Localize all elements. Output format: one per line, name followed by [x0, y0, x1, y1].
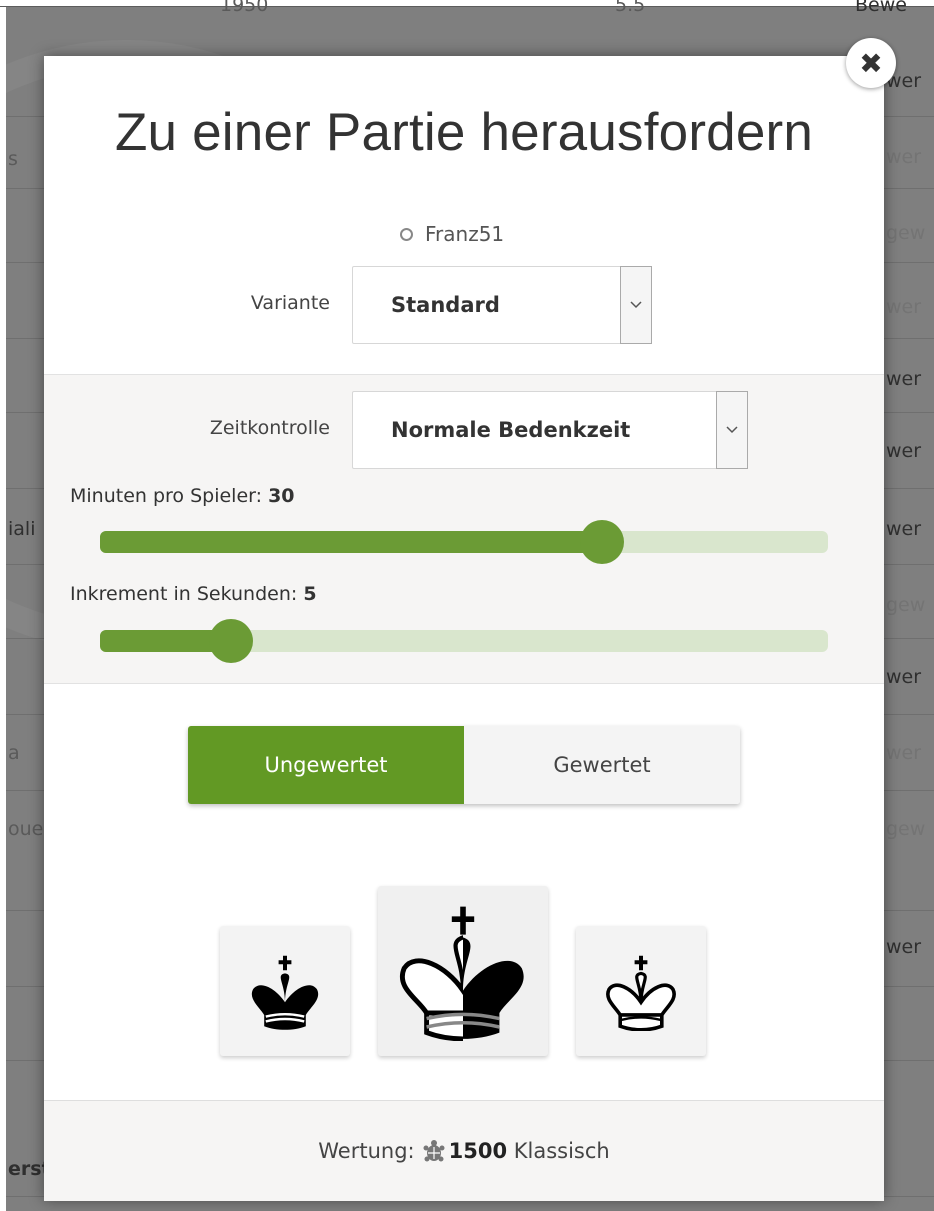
rating-footer: Wertung: 1500 Klassisch	[44, 1100, 884, 1201]
variant-select[interactable]: Standard	[352, 266, 652, 344]
background-text: gew	[886, 222, 926, 244]
play-random-button[interactable]	[378, 886, 548, 1056]
increment-slider-thumb[interactable]	[209, 619, 254, 663]
background-text: Bewe	[855, 0, 907, 16]
minutes-label-text: Minuten pro Spieler:	[70, 485, 269, 507]
variant-label: Variante	[250, 292, 330, 314]
background-top-bar	[0, 0, 934, 7]
challenge-dialog: Zu einer Partie herausfordern Franz51 Va…	[44, 56, 884, 1201]
chevron-down-icon	[716, 391, 748, 469]
background-text: gew	[886, 594, 926, 616]
minutes-slider-thumb[interactable]	[580, 520, 625, 564]
background-text: iali	[8, 518, 36, 540]
time-control-label: Zeitkontrolle	[209, 417, 330, 439]
times-icon: ✖	[859, 46, 883, 80]
rating-suffix: Klassisch	[507, 1139, 610, 1163]
increment-label: Inkrement in Sekunden: 5	[70, 583, 317, 605]
variant-value: Standard	[391, 293, 500, 317]
black-king-icon	[251, 955, 319, 1030]
turtle-icon	[423, 1140, 445, 1162]
chevron-down-icon	[620, 266, 652, 344]
background-text: wer	[886, 146, 922, 168]
background-text: wer	[886, 742, 922, 764]
background-text: 1950	[220, 0, 269, 16]
time-control-select[interactable]: Normale Bedenkzeit	[352, 391, 748, 469]
rated-button[interactable]: Gewertet	[464, 726, 740, 804]
dialog-title: Zu einer Partie herausfordern	[114, 103, 814, 162]
rating-prefix: Wertung:	[318, 1139, 415, 1163]
random-king-icon	[399, 906, 524, 1041]
minutes-value: 30	[268, 485, 295, 507]
background-text: gew	[886, 818, 926, 840]
casual-button[interactable]: Ungewertet	[188, 726, 464, 804]
background-text: wer	[886, 368, 922, 390]
background-text: wer	[886, 296, 922, 318]
opponent-name[interactable]: Franz51	[425, 222, 504, 246]
background-text: wer	[886, 936, 922, 958]
minutes-slider-fill	[100, 531, 603, 553]
minutes-label: Minuten pro Spieler: 30	[70, 485, 295, 507]
white-king-icon	[606, 955, 676, 1031]
status-dot-icon	[400, 227, 413, 241]
background-text: wer	[886, 666, 922, 688]
opponent: Franz51	[400, 220, 504, 248]
rating-mode-toggle: Ungewertet Gewertet	[188, 726, 740, 804]
time-control-section: Zeitkontrolle Normale Bedenkzeit Minuten…	[44, 374, 884, 684]
play-black-button[interactable]	[220, 926, 350, 1056]
time-control-value: Normale Bedenkzeit	[391, 418, 631, 442]
background-text: s	[8, 148, 18, 170]
rating-value: 1500	[448, 1139, 508, 1163]
background-text: wer	[886, 440, 922, 462]
play-white-button[interactable]	[576, 926, 706, 1056]
close-button[interactable]: ✖	[846, 38, 896, 88]
background-text: 5.5	[615, 0, 646, 16]
increment-slider[interactable]	[100, 619, 828, 663]
background-text: oue	[8, 818, 44, 840]
minutes-slider[interactable]	[100, 520, 828, 564]
background-text: a	[8, 742, 20, 764]
increment-label-text: Inkrement in Sekunden:	[70, 583, 304, 605]
increment-value: 5	[303, 583, 317, 605]
background-text: wer	[886, 518, 922, 540]
